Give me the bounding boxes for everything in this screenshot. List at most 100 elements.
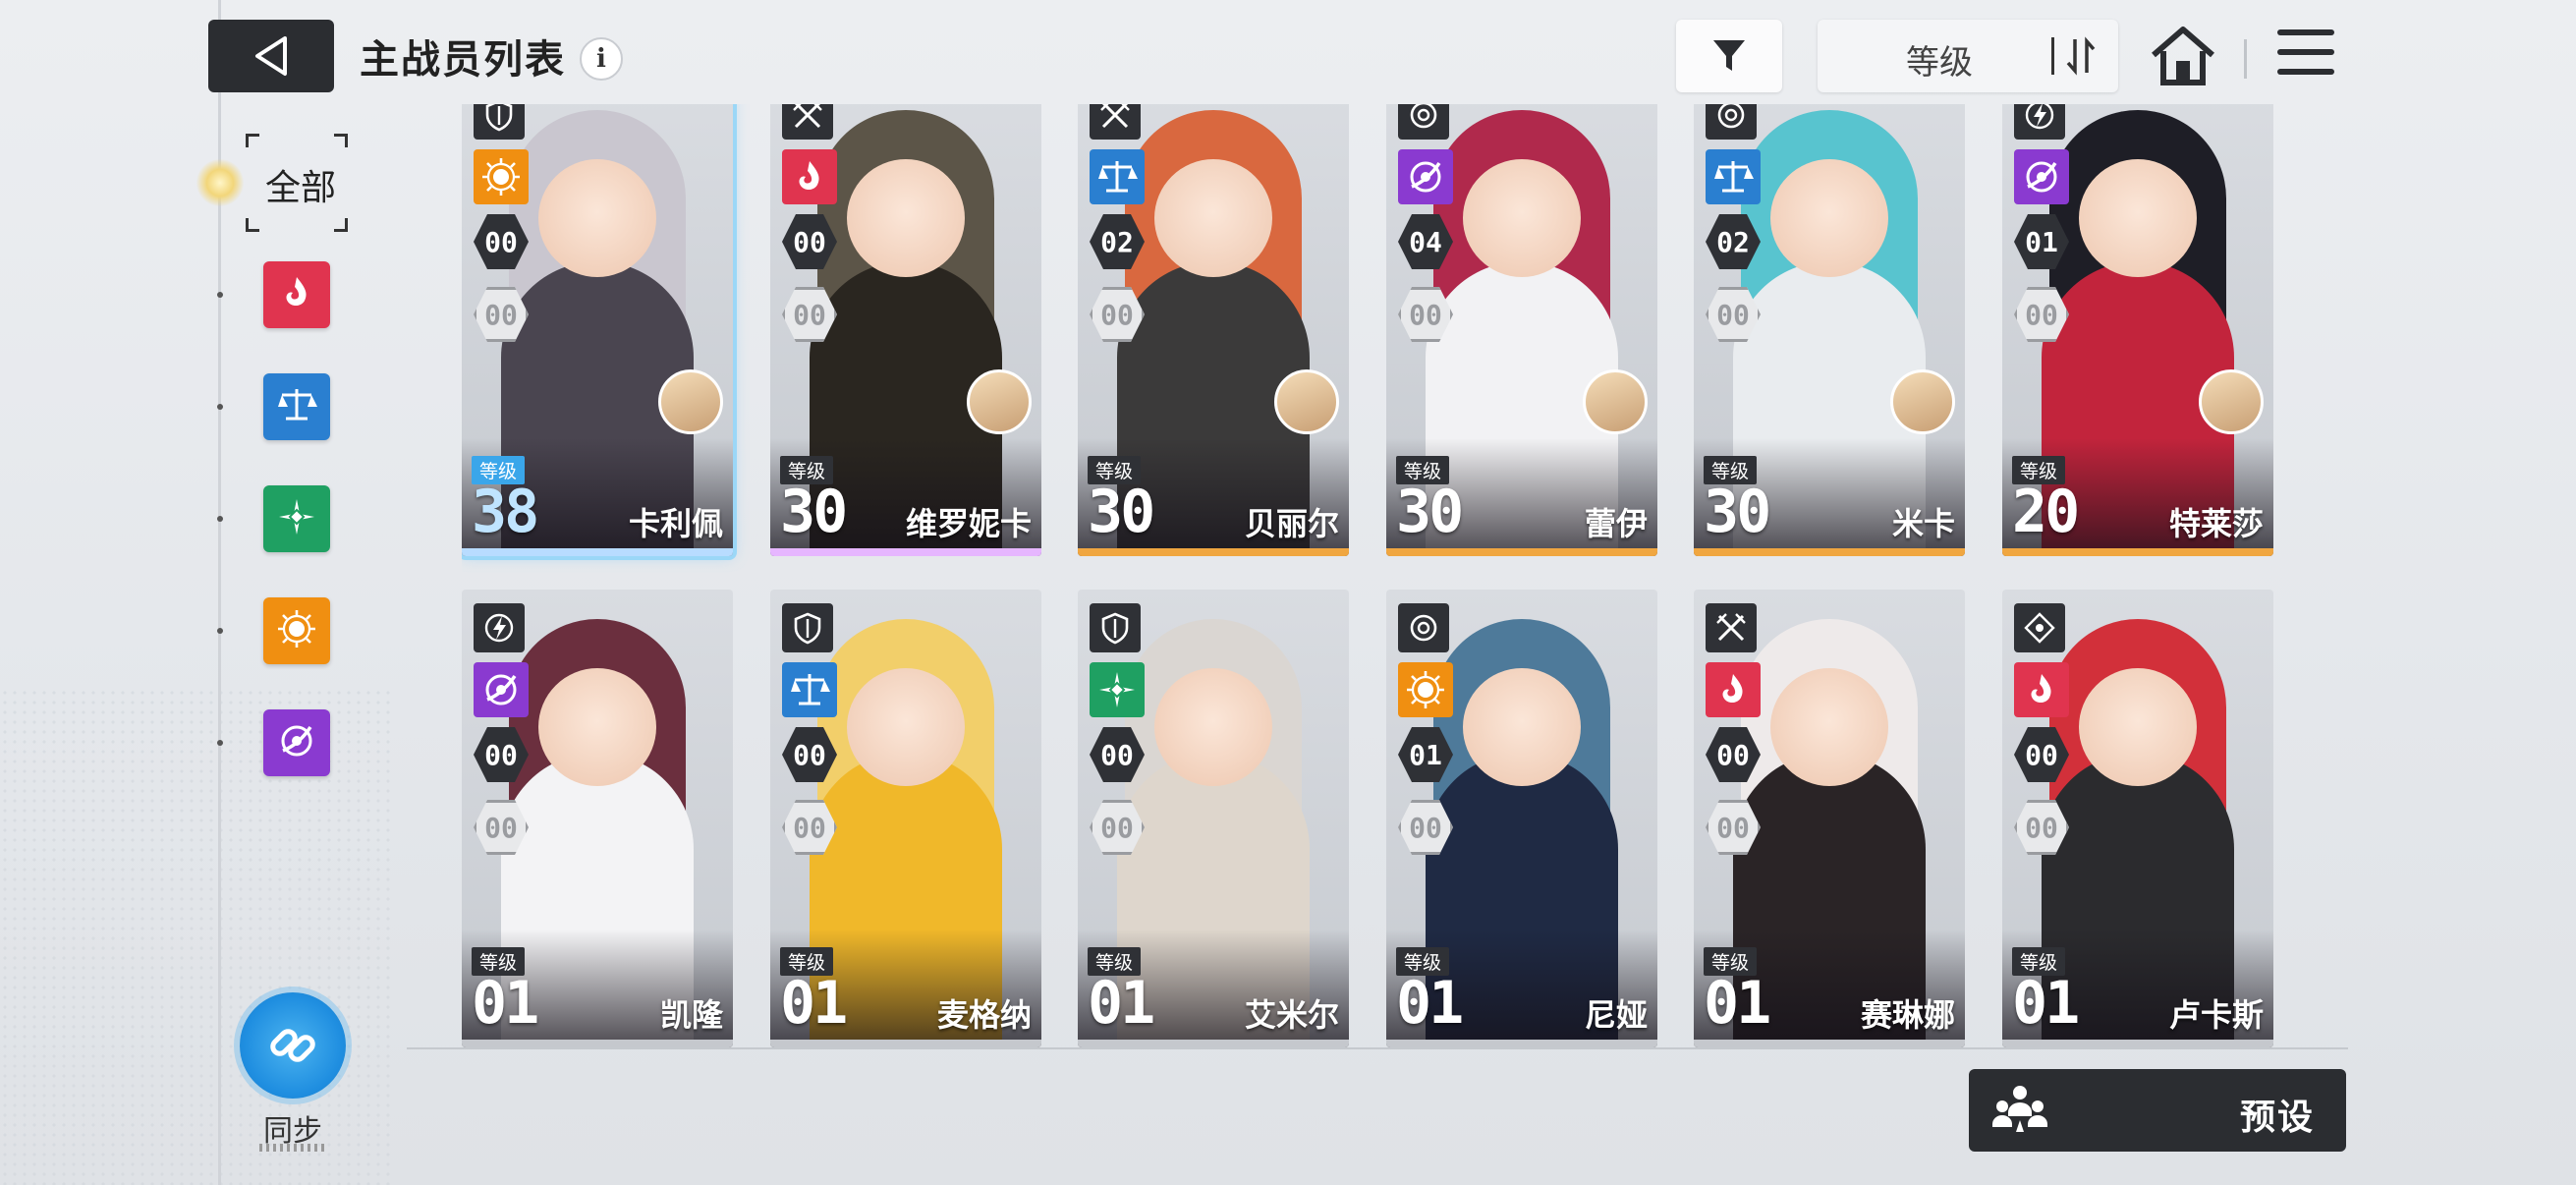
operator-card[interactable]: 02 00 等级 30 米卡 bbox=[1694, 104, 1965, 556]
page-title: 主战员列表 bbox=[360, 37, 566, 83]
filter-icon bbox=[1713, 40, 1745, 71]
filter-button[interactable] bbox=[1676, 20, 1782, 92]
rarity-bar bbox=[2002, 548, 2273, 556]
menu-line bbox=[2277, 69, 2334, 75]
shield-role-icon bbox=[474, 104, 525, 140]
filter-void[interactable] bbox=[263, 709, 330, 776]
rarity-bar bbox=[1694, 1040, 1965, 1047]
order-element-icon bbox=[1706, 149, 1761, 204]
rarity-bar bbox=[1386, 548, 1657, 556]
info-icon[interactable]: i bbox=[580, 37, 623, 81]
operator-card[interactable]: 00 00 等级 01 麦格纳 bbox=[770, 590, 1041, 1047]
wind-element-icon bbox=[1090, 662, 1145, 717]
target-role-icon bbox=[1706, 104, 1757, 140]
partner-avatar bbox=[1583, 369, 1648, 434]
blades-role-icon bbox=[782, 104, 833, 140]
menu-button[interactable] bbox=[2277, 29, 2334, 81]
filter-order[interactable] bbox=[263, 373, 330, 440]
bolt-role-icon bbox=[474, 603, 525, 652]
rarity-bar bbox=[2002, 1040, 2273, 1047]
grid-bottom-rule bbox=[407, 1047, 2348, 1049]
operator-card[interactable]: 00 00 等级 01 艾米尔 bbox=[1078, 590, 1349, 1047]
fire-element-icon bbox=[1706, 662, 1761, 717]
sidebar-tick bbox=[217, 740, 223, 746]
operator-name: 卢卡斯 bbox=[2168, 996, 2264, 1034]
level-value: 01 bbox=[1704, 969, 1771, 1038]
shield-role-icon bbox=[782, 603, 833, 652]
menu-line bbox=[2277, 29, 2334, 35]
sidebar-tick bbox=[217, 404, 223, 410]
void-element-icon bbox=[277, 721, 316, 764]
rarity-bar bbox=[770, 548, 1041, 556]
menu-line bbox=[2277, 49, 2334, 55]
blades-role-icon bbox=[1090, 104, 1141, 140]
sort-order-icon[interactable] bbox=[2065, 35, 2097, 77]
level-value: 20 bbox=[2012, 478, 2080, 546]
operator-name: 维罗妮卡 bbox=[905, 505, 1032, 542]
frame-corner bbox=[246, 218, 259, 232]
back-arrow-icon bbox=[255, 36, 287, 76]
sort-dropdown[interactable]: 等级 bbox=[1818, 20, 2118, 92]
topbar-divider bbox=[2244, 39, 2247, 79]
sidebar-tick bbox=[217, 292, 223, 298]
sidebar-tick bbox=[217, 516, 223, 522]
light-element-icon bbox=[277, 609, 316, 652]
filter-fire[interactable] bbox=[263, 261, 330, 328]
level-value: 01 bbox=[780, 969, 848, 1038]
operator-card[interactable]: 00 00 等级 01 赛琳娜 bbox=[1694, 590, 1965, 1047]
operator-card[interactable]: 01 00 等级 01 尼娅 bbox=[1386, 590, 1657, 1047]
operator-card[interactable]: 04 00 等级 30 蕾伊 bbox=[1386, 104, 1657, 556]
rarity-bar bbox=[1078, 1040, 1349, 1047]
target-role-icon bbox=[1398, 104, 1449, 140]
light-element-icon bbox=[1398, 662, 1453, 717]
preset-button[interactable]: 预设 bbox=[1969, 1069, 2346, 1152]
level-value: 01 bbox=[1088, 969, 1155, 1038]
target-role-icon bbox=[1398, 603, 1449, 652]
rarity-bar bbox=[462, 1040, 733, 1047]
sync-barcode bbox=[259, 1144, 328, 1152]
light-element-icon bbox=[474, 149, 529, 204]
void-element-icon bbox=[1398, 149, 1453, 204]
sort-label: 等级 bbox=[1906, 43, 1973, 83]
operator-card[interactable]: 02 00 等级 30 贝丽尔 bbox=[1078, 104, 1349, 556]
rarity-bar bbox=[770, 1040, 1041, 1047]
sync-button[interactable] bbox=[240, 992, 346, 1099]
filter-wind[interactable] bbox=[263, 485, 330, 552]
sort-divider bbox=[2051, 37, 2054, 75]
order-element-icon bbox=[276, 385, 317, 428]
level-value: 01 bbox=[472, 969, 539, 1038]
selected-indicator-glow bbox=[196, 159, 244, 206]
rarity-bar bbox=[1694, 548, 1965, 556]
operator-card[interactable]: 00 00 等级 01 凯隆 bbox=[462, 590, 733, 1047]
operator-card[interactable]: 00 00 等级 30 维罗妮卡 bbox=[770, 104, 1041, 556]
operator-name: 蕾伊 bbox=[1584, 505, 1648, 542]
operator-name: 贝丽尔 bbox=[1244, 505, 1339, 542]
operator-card[interactable]: 00 00 等级 38 卡利佩 bbox=[462, 104, 733, 556]
rarity-bar bbox=[1078, 548, 1349, 556]
level-value: 38 bbox=[472, 478, 539, 546]
operator-name: 米卡 bbox=[1891, 505, 1955, 542]
filter-all[interactable]: 全部 bbox=[246, 134, 348, 232]
sidebar-tick bbox=[217, 628, 223, 634]
fire-element-icon bbox=[782, 149, 837, 204]
frame-corner bbox=[334, 218, 348, 232]
order-element-icon bbox=[782, 662, 837, 717]
level-value: 01 bbox=[1396, 969, 1464, 1038]
back-button[interactable] bbox=[208, 20, 334, 92]
level-value: 30 bbox=[1396, 478, 1464, 546]
operator-name: 尼娅 bbox=[1584, 996, 1648, 1034]
bolt-role-icon bbox=[2014, 104, 2065, 140]
order-element-icon bbox=[1090, 149, 1145, 204]
crosshair-role-icon bbox=[2014, 603, 2065, 652]
level-value: 30 bbox=[1704, 478, 1771, 546]
home-icon bbox=[2152, 27, 2214, 85]
operator-card[interactable]: 01 00 等级 20 特莱莎 bbox=[2002, 104, 2273, 556]
operator-name: 特莱莎 bbox=[2168, 505, 2264, 542]
filter-light[interactable] bbox=[263, 597, 330, 664]
partner-avatar bbox=[967, 369, 1032, 434]
operator-card[interactable]: 00 00 等级 01 卢卡斯 bbox=[2002, 590, 2273, 1047]
operator-name: 凯隆 bbox=[659, 996, 723, 1034]
shield-role-icon bbox=[1090, 603, 1141, 652]
home-button[interactable] bbox=[2150, 24, 2216, 88]
operator-name: 艾米尔 bbox=[1244, 996, 1339, 1034]
